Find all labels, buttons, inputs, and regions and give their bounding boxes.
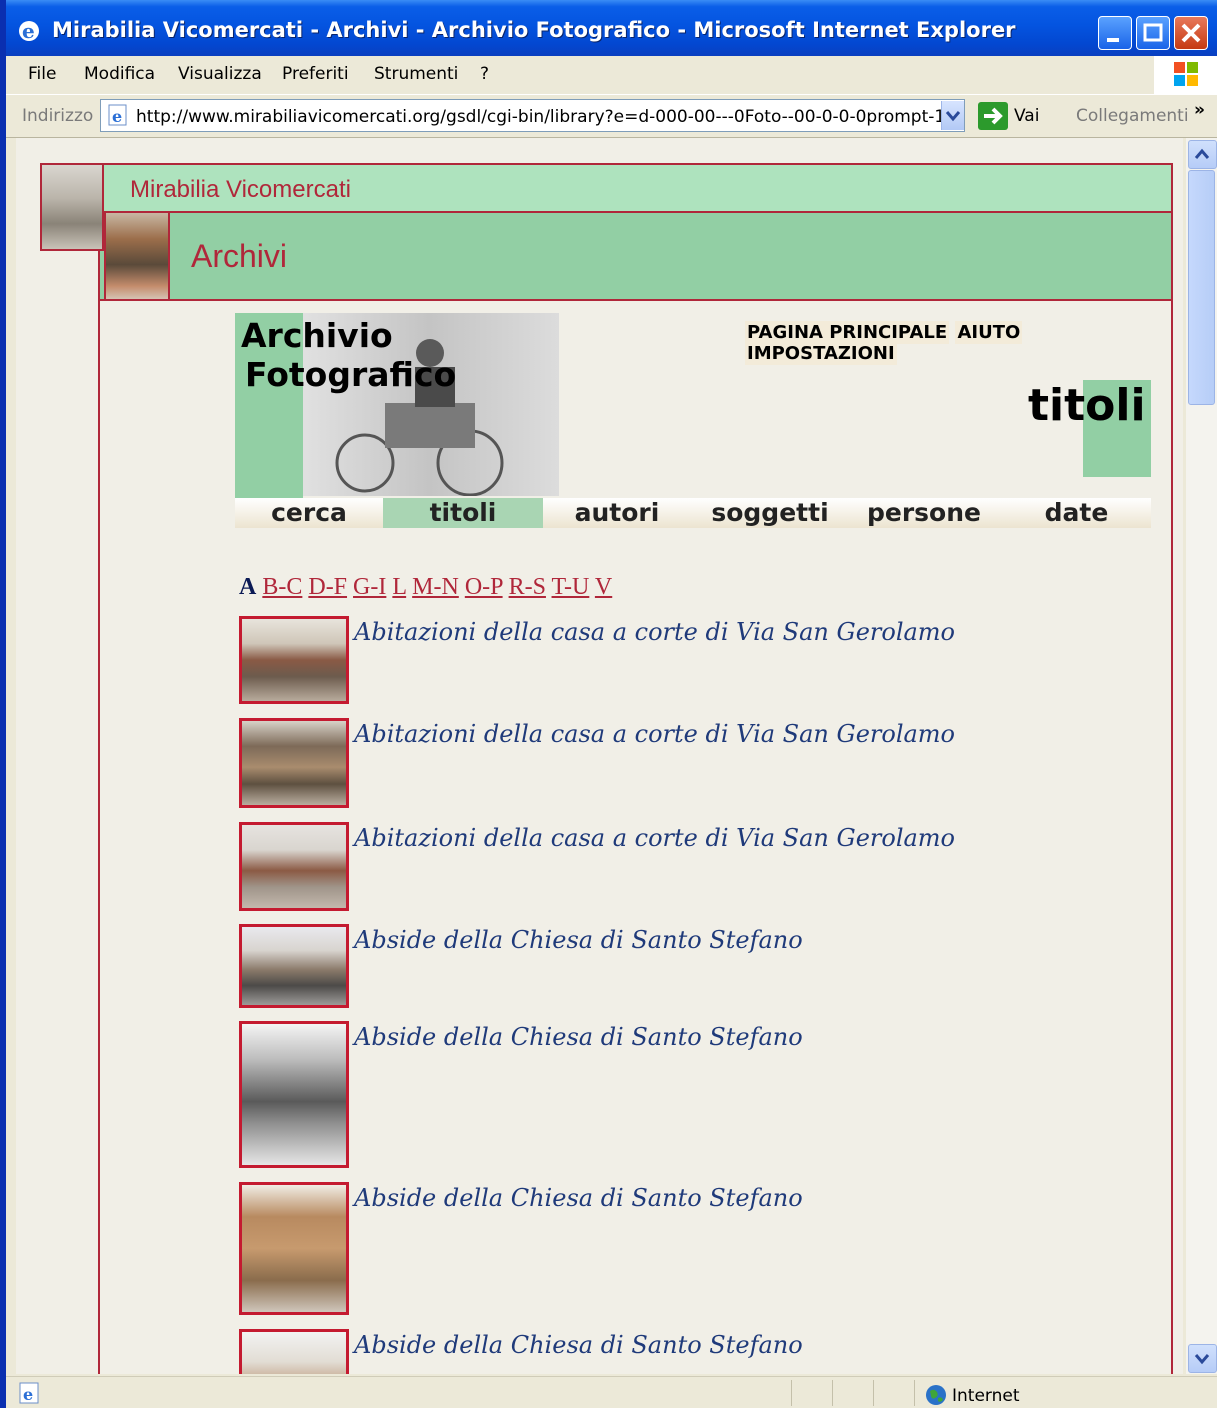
chevron-down-icon (945, 111, 961, 122)
status-divider (873, 1380, 874, 1406)
alphabet-link-g-i[interactable]: G-I (353, 574, 386, 600)
alphabet-link-t-u[interactable]: T-U (552, 574, 590, 600)
security-zone-label: Internet (952, 1386, 1020, 1406)
address-dropdown-button[interactable] (941, 101, 964, 130)
status-bar (6, 1376, 1217, 1408)
collection-title: Archivio Fotografico (241, 316, 456, 394)
menu-modifica[interactable]: Modifica (84, 64, 155, 84)
chevron-up-icon (1194, 148, 1210, 159)
status-divider (914, 1380, 915, 1406)
scrollbar-thumb[interactable] (1188, 170, 1215, 405)
alphabet-current: A (239, 574, 257, 600)
links-toolbar[interactable]: Collegamenti (1076, 106, 1189, 126)
svg-text:e: e (22, 19, 35, 43)
alphabet-link-m-n[interactable]: M-N (412, 574, 459, 600)
site-brand[interactable]: Mirabilia Vicomercati (130, 176, 351, 204)
alphabet-link-r-s[interactable]: R-S (509, 574, 546, 600)
header-photo-archive (40, 163, 104, 251)
globe-icon (926, 1385, 946, 1405)
result-title[interactable]: Abside della Chiesa di Santo Stefano (354, 1331, 803, 1359)
maximize-button[interactable] (1136, 16, 1170, 50)
result-thumbnail[interactable] (239, 718, 349, 808)
toolbar-overflow-icon[interactable]: » (1194, 100, 1205, 120)
tab-persone[interactable]: persone (849, 498, 999, 528)
windows-logo (1154, 56, 1217, 94)
link-help[interactable]: AIUTO (955, 321, 1023, 344)
menu-strumenti[interactable]: Strumenti (374, 64, 458, 84)
tab-autori[interactable]: autori (543, 498, 691, 528)
link-home[interactable]: PAGINA PRINCIPALE (745, 321, 950, 344)
collection-title-line1: Archivio (241, 316, 393, 355)
status-divider (791, 1380, 792, 1406)
result-thumbnail[interactable] (239, 822, 349, 911)
tab-date[interactable]: date (1002, 498, 1151, 528)
alphabet-index: A B-C D-F G-I L M-N O-P R-S T-U V (239, 574, 612, 601)
result-title[interactable]: Abside della Chiesa di Santo Stefano (354, 1184, 803, 1212)
page-status-icon: e (19, 1382, 39, 1404)
result-title[interactable]: Abitazioni della casa a corte di Via San… (354, 824, 955, 852)
alphabet-link-b-c[interactable]: B-C (262, 574, 302, 600)
svg-text:e: e (23, 1385, 33, 1404)
result-thumbnail[interactable] (239, 924, 349, 1008)
alphabet-link-l[interactable]: L (392, 574, 406, 600)
scroll-up-button[interactable] (1188, 140, 1217, 169)
menu-preferiti[interactable]: Preferiti (282, 64, 349, 84)
result-thumbnail[interactable] (239, 1329, 349, 1374)
windows-flag-icon (1174, 62, 1198, 86)
page-frame-left (98, 163, 100, 1374)
menu-visualizza[interactable]: Visualizza (178, 64, 262, 84)
page-heading: titoli (1028, 380, 1146, 431)
browser-window: e Mirabilia Vicomercati - Archivi - Arch… (6, 0, 1217, 1408)
tab-soggetti[interactable]: soggetti (694, 498, 846, 528)
chevron-down-icon (1194, 1354, 1210, 1365)
minimize-icon (1107, 38, 1119, 42)
web-page: Mirabilia Vicomercati Archivi Archivio F… (16, 138, 1173, 1374)
tab-titoli[interactable]: titoli (383, 498, 543, 528)
tab-cerca[interactable]: cerca (235, 498, 383, 528)
menu-file[interactable]: File (28, 64, 56, 84)
section-title[interactable]: Archivi (191, 238, 287, 275)
scroll-down-button[interactable] (1188, 1344, 1217, 1373)
minimize-button[interactable] (1098, 16, 1132, 50)
result-title[interactable]: Abside della Chiesa di Santo Stefano (354, 926, 803, 954)
maximize-icon (1143, 23, 1163, 42)
result-title[interactable]: Abitazioni della casa a corte di Via San… (354, 720, 955, 748)
close-icon (1181, 23, 1201, 43)
svg-text:e: e (112, 107, 122, 126)
result-title[interactable]: Abside della Chiesa di Santo Stefano (354, 1023, 803, 1051)
result-thumbnail[interactable] (239, 1021, 349, 1168)
page-viewport: Mirabilia Vicomercati Archivi Archivio F… (16, 138, 1183, 1374)
link-preferences[interactable]: IMPOSTAZIONI (745, 342, 897, 365)
close-button[interactable] (1174, 16, 1208, 50)
alphabet-link-v[interactable]: V (595, 574, 612, 600)
result-title[interactable]: Abitazioni della casa a corte di Via San… (354, 618, 955, 646)
result-thumbnail[interactable] (239, 616, 349, 704)
internet-explorer-icon: e (19, 19, 39, 43)
page-icon: e (108, 104, 127, 126)
result-thumbnail[interactable] (239, 1182, 349, 1315)
header-photo-street (104, 213, 170, 301)
status-divider (832, 1380, 833, 1406)
go-label[interactable]: Vai (1014, 106, 1039, 126)
top-links: PAGINA PRINCIPALE AIUTO IMPOSTAZIONI (745, 321, 1173, 365)
address-url[interactable]: http://www.mirabiliavicomercati.org/gsdl… (136, 107, 956, 127)
menu-help[interactable]: ? (480, 64, 489, 84)
window-title: Mirabilia Vicomercati - Archivi - Archiv… (52, 18, 1016, 42)
collection-title-line2: Fotografico (245, 355, 457, 394)
address-label: Indirizzo (22, 106, 94, 126)
go-button[interactable] (978, 102, 1008, 130)
arrow-right-icon (984, 107, 1003, 125)
alphabet-link-o-p[interactable]: O-P (465, 574, 503, 600)
alphabet-link-d-f[interactable]: D-F (308, 574, 347, 600)
